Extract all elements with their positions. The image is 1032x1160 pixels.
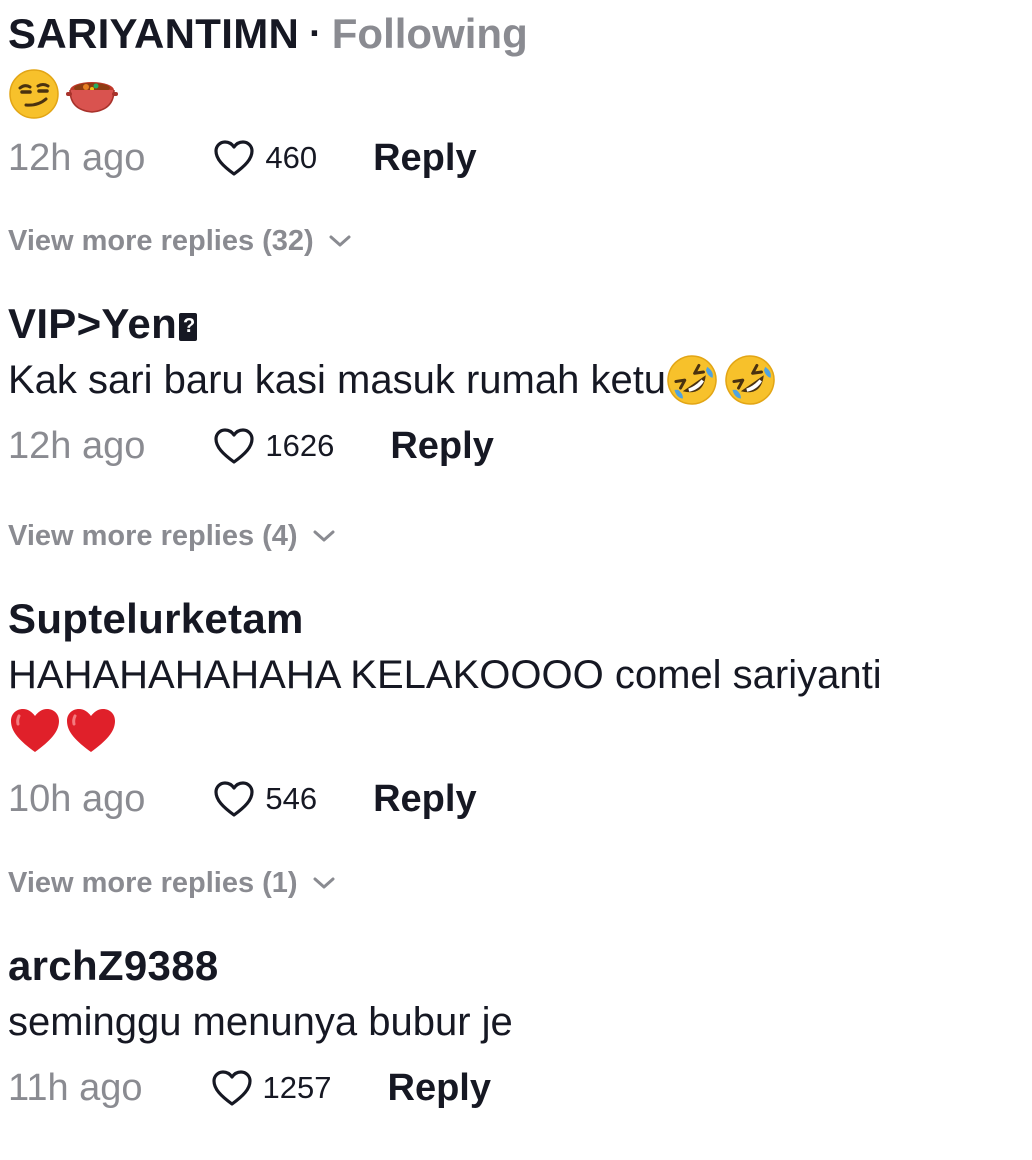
heart-outline-icon[interactable]: [213, 139, 255, 177]
comment-time: 12h ago: [8, 136, 146, 179]
unsupported-glyph-icon: [179, 313, 198, 341]
like-count: 1257: [262, 1070, 332, 1105]
view-more-label[interactable]: View more replies (32): [8, 225, 314, 258]
comment-text: HAHAHAHAHAHA KELAKOOOO comel sariyanti: [8, 647, 1024, 703]
comment-text: Kak sari baru kasi masuk rumah ketu: [8, 352, 1024, 408]
comment-meta: 12h ago 460 Reply: [8, 130, 1024, 186]
comment-time: 12h ago: [8, 424, 146, 467]
comment-header: SARIYANTIMN · Following: [8, 6, 1024, 62]
rolling-on-floor-laughing-emoji: [667, 355, 717, 405]
comment-body: Kak sari baru kasi masuk rumah ketu: [8, 358, 667, 402]
comment-item: SARIYANTIMN · Following 12h ago 460 Repl…: [8, 6, 1024, 186]
comment-item: archZ9388 seminggu menunya bubur je 11h …: [8, 938, 1024, 1116]
username[interactable]: SARIYANTIMN: [8, 10, 299, 58]
username[interactable]: archZ9388: [8, 942, 219, 990]
view-more-label[interactable]: View more replies (1): [8, 867, 298, 900]
comment-time: 11h ago: [8, 1066, 143, 1109]
view-more-replies[interactable]: View more replies (4): [8, 516, 336, 556]
like-button[interactable]: 460: [213, 139, 317, 177]
red-heart-emoji: [11, 709, 59, 752]
heart-outline-icon[interactable]: [213, 780, 255, 818]
comment-body: HAHAHAHAHAHA KELAKOOOO comel sariyanti: [8, 653, 882, 697]
red-heart-emoji: [67, 709, 115, 752]
following-label: Following: [331, 10, 528, 57]
chevron-down-icon: [313, 530, 335, 542]
comment-header: Suptelurketam: [8, 591, 1024, 647]
reply-button[interactable]: Reply: [388, 1067, 491, 1110]
reply-button[interactable]: Reply: [390, 425, 493, 468]
like-button[interactable]: 1257: [211, 1069, 332, 1107]
comment-meta: 10h ago 546 Reply: [8, 771, 1024, 827]
heart-outline-icon[interactable]: [211, 1069, 253, 1107]
heart-outline-icon[interactable]: [213, 427, 255, 465]
comment-text: seminggu menunya bubur je: [8, 994, 1024, 1050]
like-count: 546: [265, 781, 318, 816]
view-more-replies[interactable]: View more replies (1): [8, 863, 336, 903]
comment-text: [8, 66, 1024, 122]
like-button[interactable]: 1626: [213, 427, 334, 465]
rolling-on-floor-laughing-emoji: [725, 355, 775, 405]
comment-item: Suptelurketam HAHAHAHAHAHA KELAKOOOO com…: [8, 591, 1024, 827]
pot-of-food-emoji: [66, 82, 118, 113]
smirking-face-emoji: [9, 69, 59, 119]
comment-meta: 12h ago 1626 Reply: [8, 418, 1024, 474]
comment-emojis: [8, 703, 1024, 759]
comment-header: VIP>Yen: [8, 296, 1024, 352]
separator-dot: ·: [309, 12, 322, 55]
chevron-down-icon: [313, 877, 335, 889]
like-count: 1626: [265, 428, 335, 463]
username[interactable]: Suptelurketam: [8, 595, 304, 643]
chevron-down-icon: [329, 235, 351, 247]
view-more-replies[interactable]: View more replies (32): [8, 221, 352, 261]
comment-meta: 11h ago 1257 Reply: [8, 1060, 1024, 1116]
comment-header: archZ9388: [8, 938, 1024, 994]
like-button[interactable]: 546: [213, 780, 317, 818]
reply-button[interactable]: Reply: [373, 778, 476, 821]
username[interactable]: VIP>Yen: [8, 300, 177, 348]
comment-time: 10h ago: [8, 777, 146, 820]
comment-item: VIP>Yen Kak sari baru kasi masuk rumah k…: [8, 296, 1024, 474]
view-more-label[interactable]: View more replies (4): [8, 520, 298, 553]
reply-button[interactable]: Reply: [373, 137, 476, 180]
like-count: 460: [265, 140, 318, 175]
comment-body: seminggu menunya bubur je: [8, 1000, 513, 1044]
